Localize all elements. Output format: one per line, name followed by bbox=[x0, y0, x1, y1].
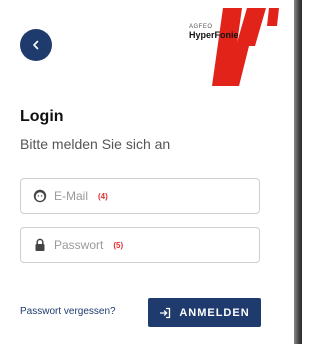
chevron-left-icon bbox=[33, 40, 39, 50]
password-marker: (5) bbox=[113, 240, 124, 250]
login-button-label: ANMELDEN bbox=[179, 306, 250, 319]
page-subtitle: Bitte melden Sie sich an bbox=[20, 136, 171, 152]
password-placeholder: Passwort bbox=[54, 238, 104, 252]
email-field[interactable]: E-Mail (4) bbox=[20, 178, 260, 214]
window-edge bbox=[294, 0, 302, 344]
back-button[interactable] bbox=[20, 29, 52, 61]
page-title: Login bbox=[20, 108, 64, 125]
login-button[interactable]: ANMELDEN bbox=[148, 298, 261, 327]
lock-icon bbox=[33, 238, 47, 252]
user-face-icon bbox=[33, 189, 47, 203]
logo-product: HyperFonie bbox=[189, 30, 239, 40]
email-marker: (4) bbox=[98, 191, 108, 201]
password-field[interactable]: Passwort (5) bbox=[20, 227, 260, 263]
forgot-password-link[interactable]: Passwort vergessen? bbox=[20, 306, 116, 317]
email-placeholder: E-Mail bbox=[54, 189, 89, 203]
login-arrow-icon bbox=[159, 307, 171, 319]
logo-stripes bbox=[212, 8, 279, 86]
agfeo-hyperfonie-logo: AGFEO HyperFonie bbox=[185, 8, 280, 86]
